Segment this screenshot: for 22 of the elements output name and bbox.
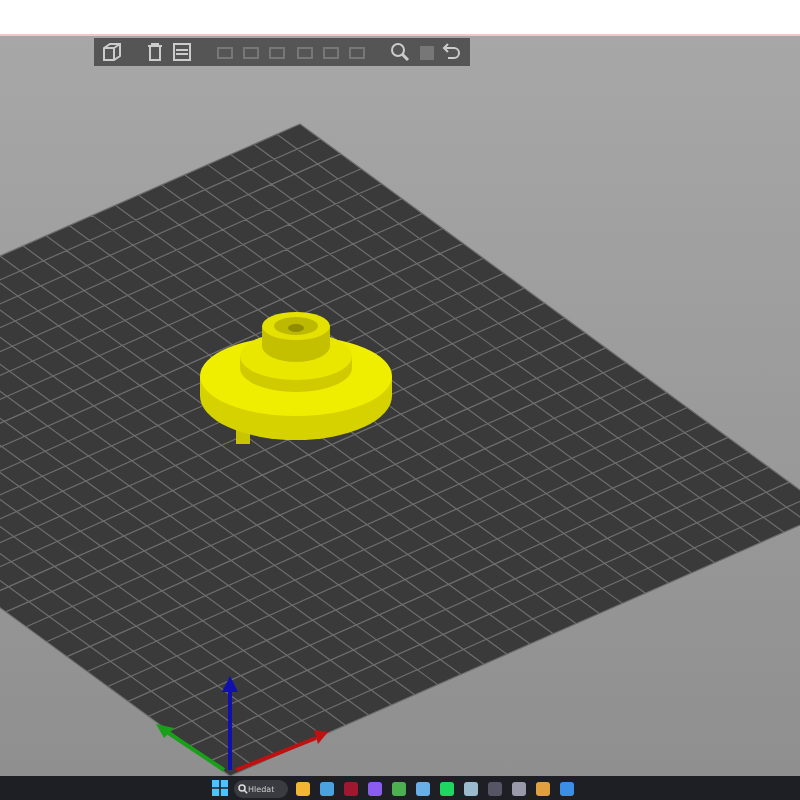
taskbar-app-icon[interactable]: [366, 779, 384, 797]
cube-icon: [101, 42, 122, 62]
windows-start-icon[interactable]: [212, 780, 228, 796]
toolbar-button[interactable]: [389, 39, 412, 65]
taskbar-app-icon[interactable]: [390, 779, 408, 797]
trash-icon: [146, 42, 165, 62]
toolbar-button[interactable]: [441, 39, 465, 65]
delete-all-icon: [171, 42, 192, 62]
undo-icon: [442, 42, 463, 62]
taskbar-app-icon[interactable]: [318, 779, 336, 797]
toolbar-button[interactable]: [170, 39, 193, 65]
taskbar-app-icon[interactable]: [462, 779, 480, 797]
taskbar-app-icon[interactable]: [438, 779, 456, 797]
taskbar-app-icon[interactable]: [534, 779, 552, 797]
square-icon: [417, 43, 436, 61]
taskbar-app-icon[interactable]: [414, 779, 432, 797]
taskbar-app-icon[interactable]: [510, 779, 528, 797]
taskbar-app-icon[interactable]: [558, 779, 576, 797]
taskbar-app-icon[interactable]: [294, 779, 312, 797]
toolbar-button[interactable]: [143, 39, 167, 65]
toolbar-button[interactable]: [100, 39, 123, 65]
search-icon: [390, 42, 411, 62]
